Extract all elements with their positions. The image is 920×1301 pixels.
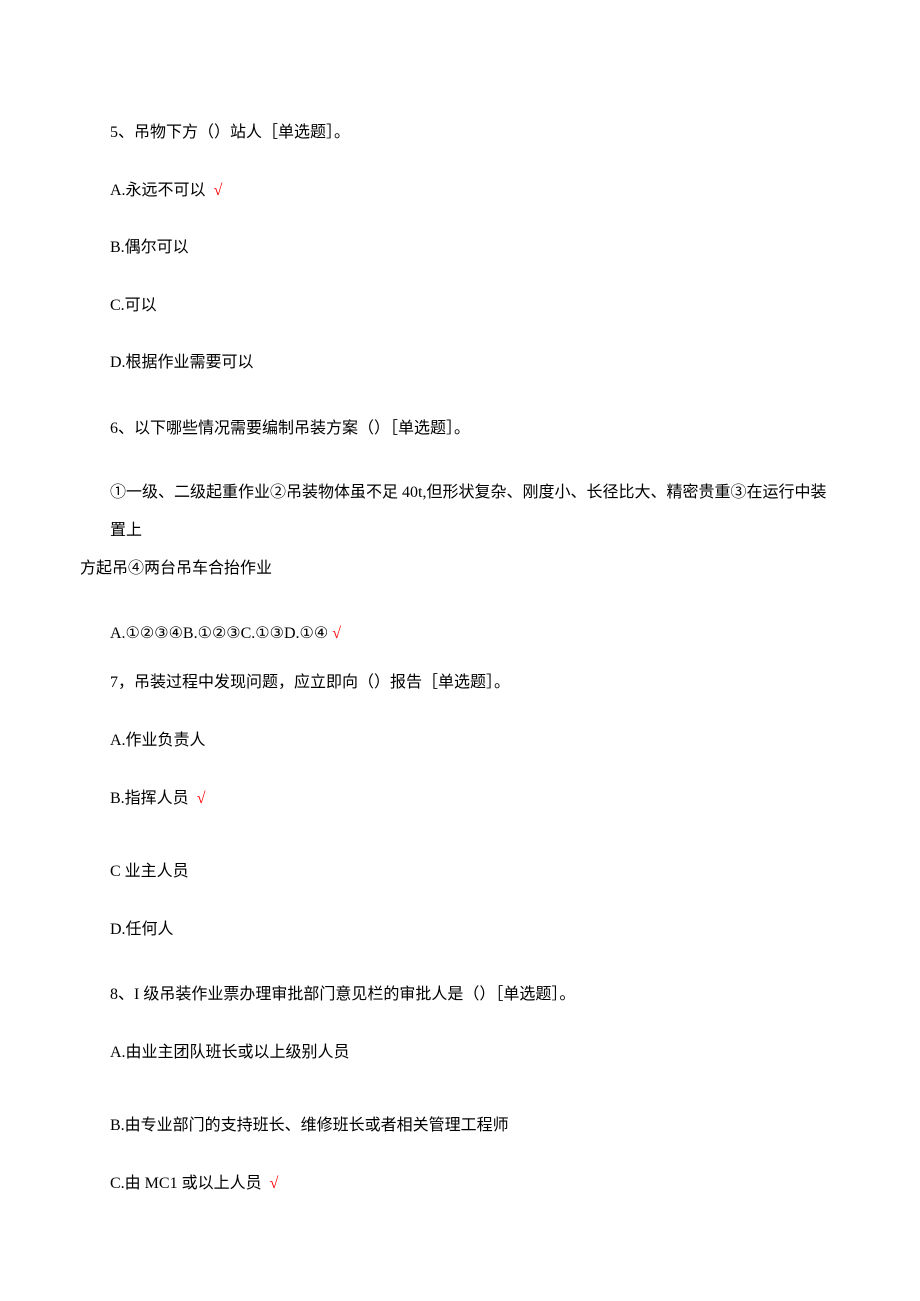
question-8-option-a: A.由业主团队班长或以上级别人员 [110,1040,840,1066]
question-8-option-c: C.由 MC1 或以上人员 √ [110,1171,840,1197]
question-5-option-d: D.根据作业需要可以 [110,350,840,376]
option-text: B.指挥人员 [110,790,189,807]
sub-line-1: ①一级、二级起重作业②吊装物体虽不足 40t,但形状复杂、刚度小、长径比大、精密… [110,484,826,539]
check-icon: √ [332,625,341,642]
sub-line-2: 方起吊④两台吊车合抬作业 [80,550,272,588]
question-6-subtext: ①一级、二级起重作业②吊装物体虽不足 40t,但形状复杂、刚度小、长径比大、精密… [110,474,840,589]
question-6-text: 6、以下哪些情况需要编制吊装方案（）［单选题］。 [110,416,840,442]
question-8: 8、I 级吊装作业票办理审批部门意见栏的审批人是（）［单选题］。 A.由业主团队… [110,982,840,1196]
options-combined: A.①②③④B.①②③C.①③D.①④ [110,625,328,642]
question-8-text: 8、I 级吊装作业票办理审批部门意见栏的审批人是（）［单选题］。 [110,982,840,1008]
check-icon: √ [270,1175,279,1192]
question-6-options: A.①②③④B.①②③C.①③D.①④√ [110,621,840,647]
option-text: C.由 MC1 或以上人员 [110,1175,262,1192]
question-6: 6、以下哪些情况需要编制吊装方案（）［单选题］。 ①一级、二级起重作业②吊装物体… [110,416,840,646]
question-7-option-a: A.作业负责人 [110,728,840,754]
question-7-option-d: D.任何人 [110,917,840,943]
question-7-text: 7，吊装过程中发现问题，应立即向（）报告［单选题］。 [110,670,840,696]
question-5: 5、吊物下方（）站人［单选题］。 A.永远不可以 √ B.偶尔可以 C.可以 D… [110,120,840,376]
question-5-option-b: B.偶尔可以 [110,235,840,261]
question-5-option-a: A.永远不可以 √ [110,178,840,204]
check-icon: √ [214,182,223,199]
question-7-option-c: C 业主人员 [110,859,840,885]
question-7: 7，吊装过程中发现问题，应立即向（）报告［单选题］。 A.作业负责人 B.指挥人… [110,670,840,942]
option-text: A.永远不可以 [110,182,206,199]
question-8-option-b: B.由专业部门的支持班长、维修班长或者相关管理工程师 [110,1113,840,1139]
question-7-option-b: B.指挥人员 √ [110,786,840,812]
question-5-option-c: C.可以 [110,293,840,319]
check-icon: √ [197,790,206,807]
question-5-text: 5、吊物下方（）站人［单选题］。 [110,120,840,146]
